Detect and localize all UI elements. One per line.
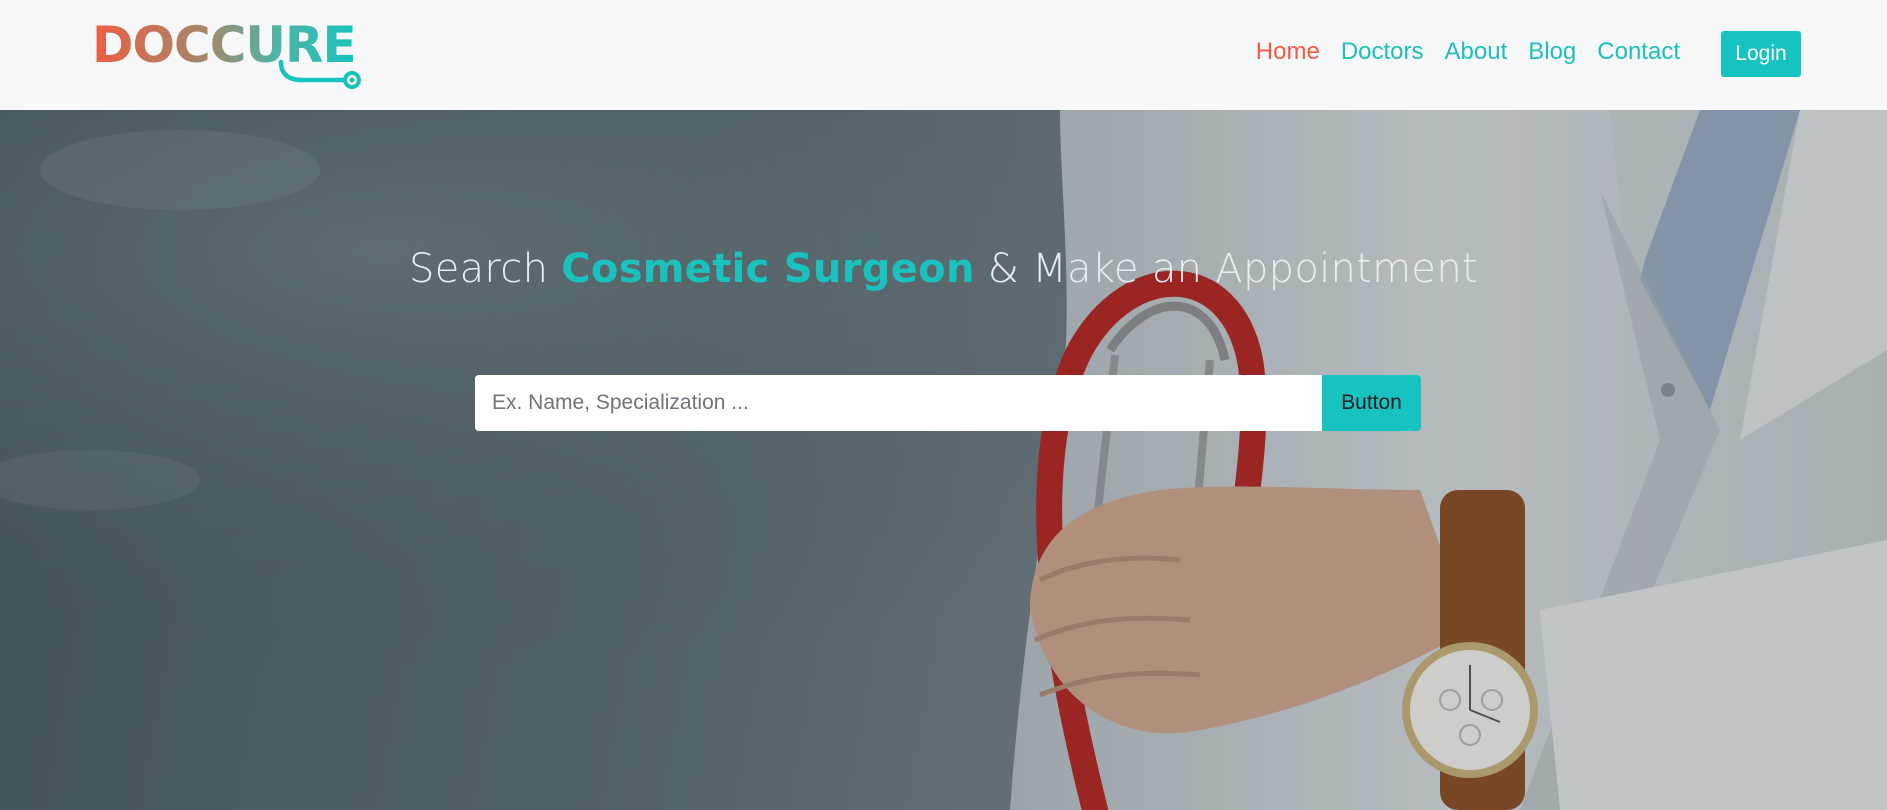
login-button[interactable]: Login xyxy=(1721,31,1801,77)
hero-overlay xyxy=(0,110,1887,810)
logo-wordmark: DOCCURE xyxy=(92,18,356,74)
hero-title-specialty: Cosmetic Surgeon xyxy=(561,246,975,292)
logo-stethoscope-icon: DOCCURE xyxy=(92,18,361,89)
nav-link-home[interactable]: Home xyxy=(1256,38,1320,66)
doctor-search-input[interactable] xyxy=(475,375,1322,431)
doccure-logo[interactable]: DOCCURE xyxy=(92,18,372,90)
nav-link-contact[interactable]: Contact xyxy=(1597,38,1680,66)
main-nav: Home Doctors About Blog Contact xyxy=(1235,38,1680,66)
nav-link-about[interactable]: About xyxy=(1445,38,1508,66)
search-button[interactable]: Button xyxy=(1322,375,1421,431)
nav-link-blog[interactable]: Blog xyxy=(1528,38,1576,66)
hero-title: Search Cosmetic Surgeon & Make an Appoin… xyxy=(0,246,1887,292)
hero-title-suffix: & Make an Appointment xyxy=(974,246,1478,292)
top-navbar: DOCCURE Home Doctors About Blog Contact … xyxy=(0,0,1887,110)
nav-link-doctors[interactable]: Doctors xyxy=(1341,38,1424,66)
doctor-search-box: Button xyxy=(475,375,1421,431)
hero-section: Search Cosmetic Surgeon & Make an Appoin… xyxy=(0,110,1887,810)
hero-title-prefix: Search xyxy=(409,246,562,292)
